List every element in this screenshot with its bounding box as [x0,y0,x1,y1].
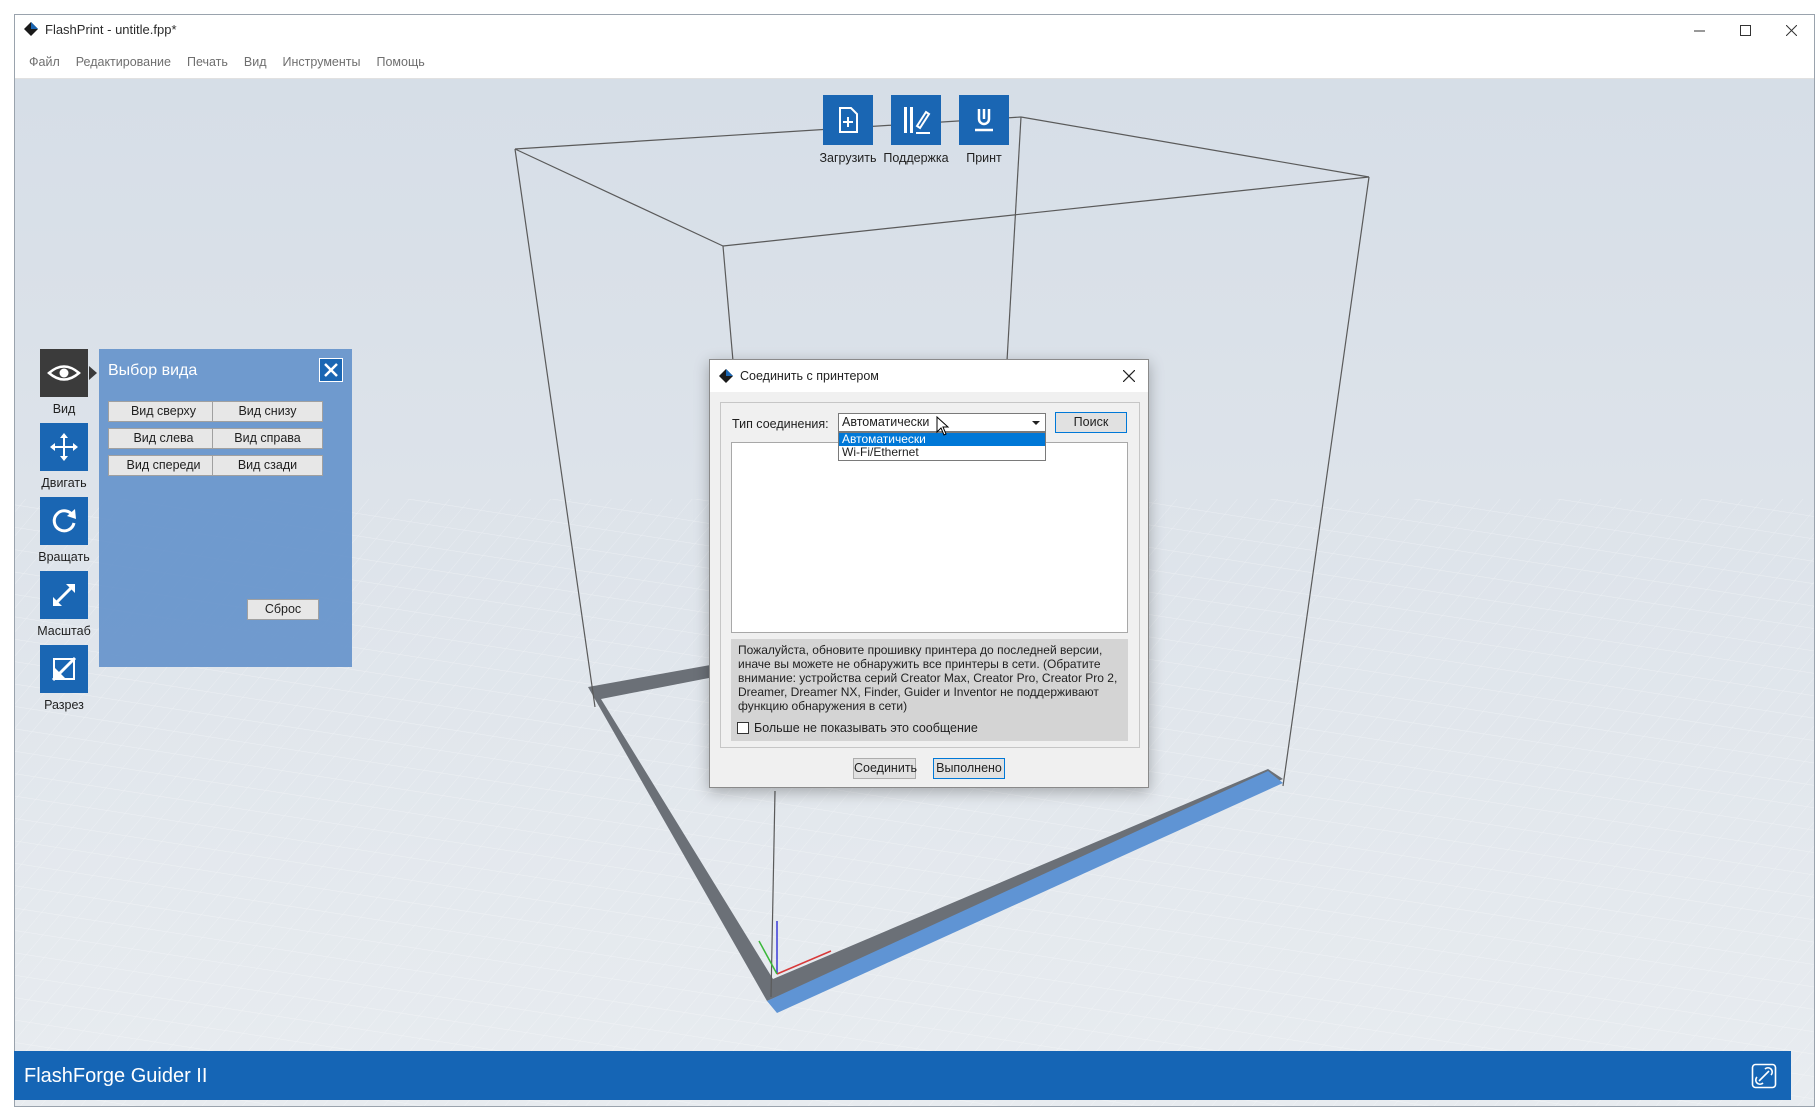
view-selection-panel: Выбор вида Вид сверху Вид снизу Вид слев… [99,349,352,667]
support-icon [904,107,931,134]
close-icon [1123,370,1135,382]
view-panel-close-button[interactable] [319,358,343,382]
rotate-icon [52,509,76,533]
load-button[interactable] [823,95,873,145]
cut-icon [51,656,77,682]
printer-list[interactable] [731,442,1128,633]
search-button[interactable]: Поиск [1055,412,1127,433]
flashprint-logo-icon [24,22,38,36]
support-button[interactable] [891,95,941,145]
dialog-close-button[interactable] [1114,362,1144,390]
dont-show-label: Больше не показывать это сообщение [754,721,978,735]
minimize-icon [1693,30,1705,31]
menu-print[interactable]: Печать [179,55,236,69]
print-tool[interactable]: Принт [957,95,1011,165]
close-icon [1785,24,1797,36]
menu-view[interactable]: Вид [236,55,275,69]
move-tool[interactable]: Двигать [33,423,95,497]
scale-button[interactable] [40,571,88,619]
minimize-button[interactable] [1676,15,1722,45]
top-toolbar: Загрузить Поддержка Принт [819,95,1011,165]
rotate-tool[interactable]: Вращать [33,497,95,571]
maximize-icon [1739,24,1751,36]
eye-icon [47,365,81,381]
menu-help[interactable]: Помощь [369,55,433,69]
view-panel-title: Выбор вида [108,362,198,379]
menu-file[interactable]: Файл [21,55,68,69]
view-left-button[interactable]: Вид слева [108,428,219,449]
view-reset-button[interactable]: Сброс [247,599,319,620]
menu-edit[interactable]: Редактирование [68,55,179,69]
option-wifi-ethernet[interactable]: Wi-Fi/Ethernet [839,446,1045,459]
rotate-button[interactable] [40,497,88,545]
view-back-button[interactable]: Вид сзади [212,455,323,476]
3d-viewport[interactable]: Загрузить Поддержка Принт Вид Двигать Вр… [15,79,1814,1106]
connection-type-value: Автоматически [842,415,930,429]
move-label: Двигать [41,476,87,490]
title-bar: FlashPrint - untitle.fpp* [15,15,1814,45]
load-tool[interactable]: Загрузить [819,95,877,165]
move-button[interactable] [40,423,88,471]
cut-tool[interactable]: Разрез [33,645,95,719]
view-top-button[interactable]: Вид сверху [108,401,219,422]
print-label: Принт [966,151,1002,165]
load-label: Загрузить [819,151,877,165]
print-icon [975,109,993,132]
connect-printer-dialog: Соединить с принтером Тип соединения: Ав… [709,359,1149,788]
support-label: Поддержка [883,151,949,165]
active-indicator-arrow [89,366,97,380]
load-file-icon [839,107,858,133]
view-front-button[interactable]: Вид спереди [108,455,219,476]
status-bar: FlashForge Guider II [14,1051,1791,1100]
view-right-button[interactable]: Вид справа [212,428,323,449]
dont-show-checkbox[interactable] [737,722,749,734]
connection-type-dropdown: Автоматически Wi-Fi/Ethernet [838,432,1046,461]
scale-icon [53,584,75,606]
menu-tools[interactable]: Инструменты [275,55,369,69]
connection-link-icon[interactable] [1751,1063,1777,1089]
maximize-button[interactable] [1722,15,1768,45]
menu-bar: Файл Редактирование Печать Вид Инструмен… [15,45,1814,79]
left-toolbar: Вид Двигать Вращать Масштаб Разрез [33,349,97,719]
scale-label: Масштаб [37,624,91,638]
connect-button[interactable]: Соединить [853,758,917,779]
window-title: FlashPrint - untitle.fpp* [45,22,177,37]
done-button[interactable]: Выполнено [933,758,1005,779]
move-icon [50,433,78,461]
view-bottom-button[interactable]: Вид снизу [212,401,323,422]
rotate-label: Вращать [38,550,90,564]
view-label: Вид [52,402,76,416]
close-icon [324,363,338,377]
cut-button[interactable] [40,645,88,693]
dialog-title: Соединить с принтером [740,369,879,383]
support-tool[interactable]: Поддержка [883,95,949,165]
dont-show-option[interactable]: Больше не показывать это сообщение [737,721,978,735]
dialog-title-bar: Соединить с принтером [710,360,1148,392]
view-button[interactable] [40,349,97,397]
view-tool[interactable]: Вид [33,349,97,423]
mouse-cursor-icon [936,416,950,436]
chevron-down-icon [1032,421,1040,425]
printer-name: FlashForge Guider II [24,1065,208,1087]
flashprint-logo-icon [719,369,733,383]
app-window: FlashPrint - untitle.fpp* Файл Редактиро… [14,14,1815,1107]
cut-label: Разрез [44,698,84,712]
scale-tool[interactable]: Масштаб [33,571,95,645]
connection-type-label: Тип соединения: [732,417,829,431]
close-window-button[interactable] [1768,15,1814,45]
print-button[interactable] [959,95,1009,145]
